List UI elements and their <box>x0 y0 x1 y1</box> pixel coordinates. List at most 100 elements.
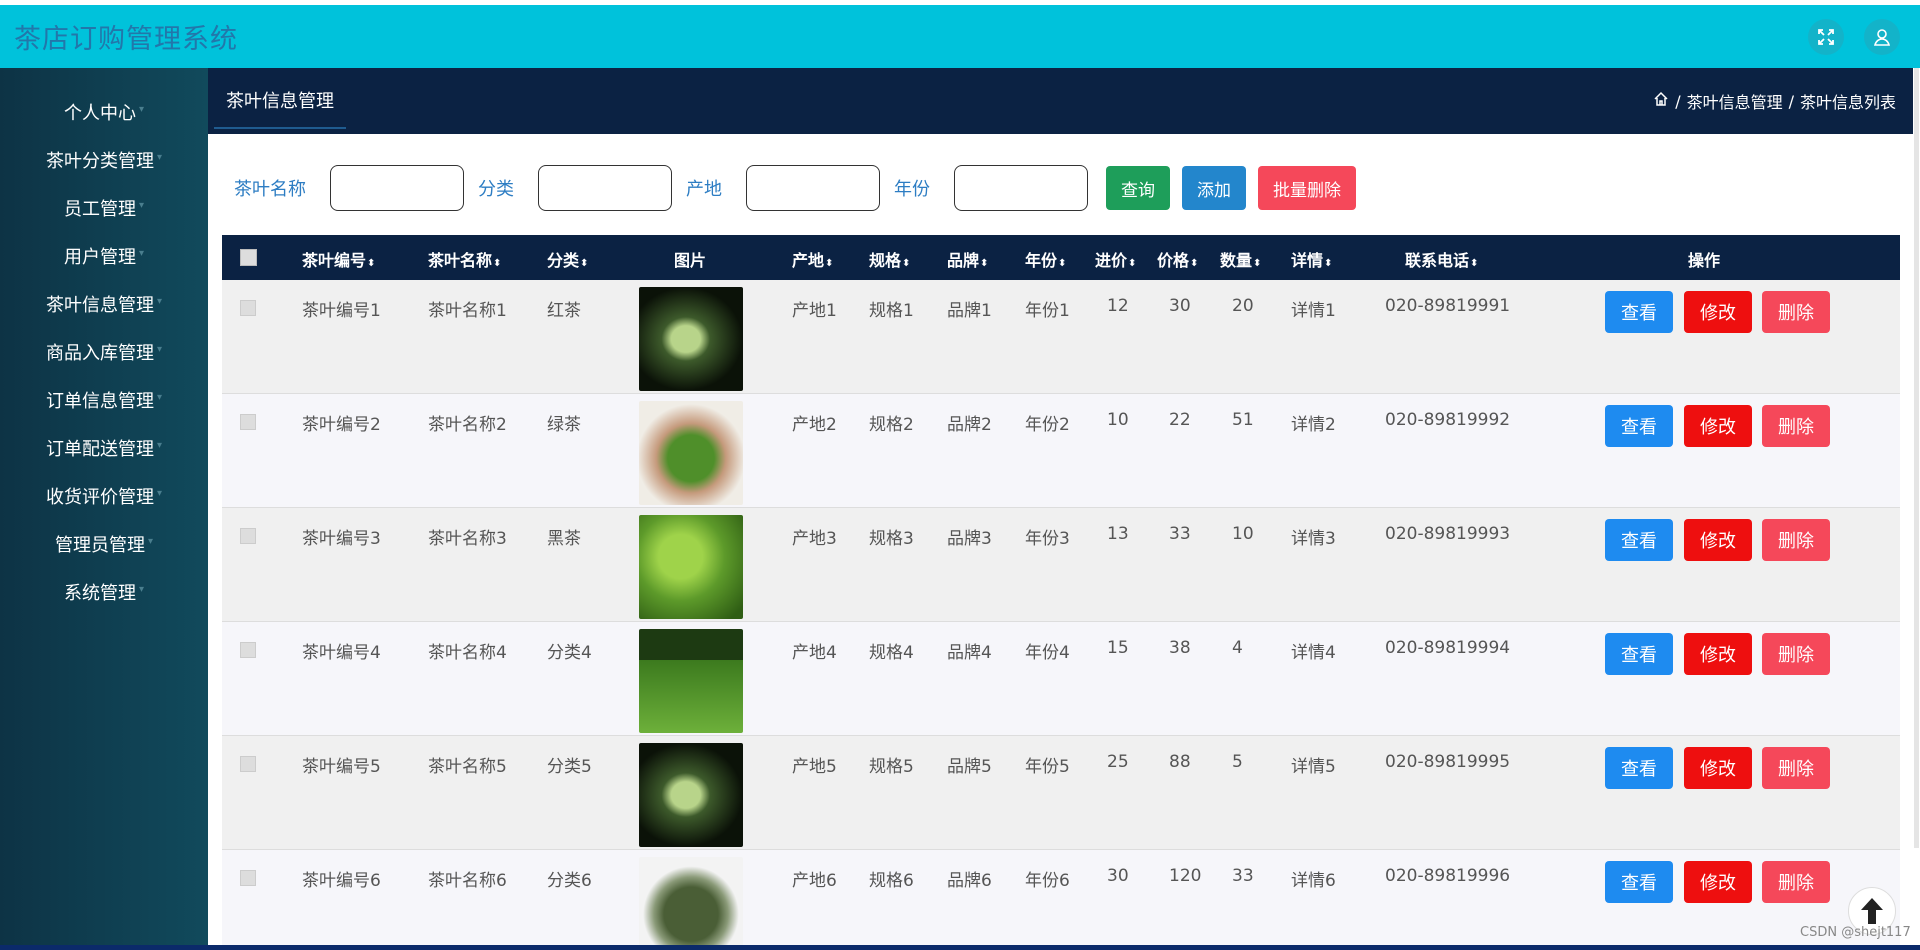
view-button[interactable]: 查看 <box>1605 747 1673 789</box>
edit-button[interactable]: 修改 <box>1684 747 1752 789</box>
cell-price: 22 <box>1169 410 1191 430</box>
sort-icon[interactable]: ⬍ <box>1324 258 1332 269</box>
name-input[interactable] <box>330 165 464 211</box>
user-icon[interactable] <box>1864 18 1900 55</box>
column-header-spec[interactable]: 规格⬍ <box>869 247 910 271</box>
cell-origin: 产地3 <box>792 529 837 549</box>
view-button[interactable]: 查看 <box>1605 633 1673 675</box>
year-input[interactable] <box>954 165 1088 211</box>
sort-icon[interactable]: ⬍ <box>1128 258 1136 269</box>
cell-phone: 020-89819995 <box>1385 752 1511 772</box>
column-header-origin[interactable]: 产地⬍ <box>792 247 833 271</box>
sort-icon[interactable]: ⬍ <box>825 258 833 269</box>
origin-input[interactable] <box>746 165 880 211</box>
breadcrumb-level1[interactable]: 茶叶信息管理 <box>1687 89 1783 113</box>
expand-icon[interactable] <box>1808 18 1844 55</box>
cell-cost: 13 <box>1107 524 1129 544</box>
cell-name: 茶叶名称6 <box>428 871 507 891</box>
sort-icon[interactable]: ⬍ <box>902 258 910 269</box>
breadcrumb-level2: 茶叶信息列表 <box>1799 93 1896 112</box>
cell-name: 茶叶名称5 <box>428 757 507 777</box>
cell-category: 分类6 <box>547 871 592 891</box>
scrollbar[interactable] <box>1913 68 1920 950</box>
add-button[interactable]: 添加 <box>1182 166 1246 210</box>
delete-button[interactable]: 删除 <box>1762 633 1830 675</box>
cell-spec: 规格1 <box>869 301 914 321</box>
delete-button[interactable]: 删除 <box>1762 291 1830 333</box>
sidebar-item-6[interactable]: 订单信息管理 ▾ <box>0 376 208 424</box>
sort-icon[interactable]: ⬍ <box>493 258 501 269</box>
tab-tea-info[interactable]: 茶叶信息管理 <box>214 73 346 129</box>
cell-qty: 4 <box>1232 638 1243 658</box>
sidebar-item-9[interactable]: 管理员管理 ▾ <box>0 520 208 568</box>
view-button[interactable]: 查看 <box>1605 405 1673 447</box>
caret-down-icon: ▾ <box>138 247 145 259</box>
column-header-year[interactable]: 年份⬍ <box>1025 247 1066 271</box>
cell-year: 年份5 <box>1025 757 1070 777</box>
delete-button[interactable]: 删除 <box>1762 405 1830 447</box>
sort-icon[interactable]: ⬍ <box>1253 258 1261 269</box>
delete-button[interactable]: 删除 <box>1762 747 1830 789</box>
tea-image <box>639 857 743 950</box>
sidebar-item-1[interactable]: 茶叶分类管理 ▾ <box>0 136 208 184</box>
table-row: 茶叶编号1 茶叶名称1 红茶 产地1 规格1 品牌1 年份1 12 30 20 详情1 020-898… <box>222 280 1900 394</box>
column-header-code[interactable]: 茶叶编号⬍ <box>302 247 375 271</box>
sidebar-item-8[interactable]: 收货评价管理 ▾ <box>0 472 208 520</box>
category-input[interactable] <box>538 165 672 211</box>
column-header-cost[interactable]: 进价⬍ <box>1095 247 1136 271</box>
column-header-detail[interactable]: 详情⬍ <box>1291 247 1332 271</box>
sidebar-item-7[interactable]: 订单配送管理 ▾ <box>0 424 208 472</box>
sort-icon[interactable]: ⬍ <box>980 258 988 269</box>
cell-spec: 规格4 <box>869 643 914 663</box>
column-header-price[interactable]: 价格⬍ <box>1157 247 1198 271</box>
row-checkbox[interactable] <box>240 642 256 658</box>
view-button[interactable]: 查看 <box>1605 519 1673 561</box>
column-header-brand[interactable]: 品牌⬍ <box>947 247 988 271</box>
edit-button[interactable]: 修改 <box>1684 405 1752 447</box>
delete-button[interactable]: 删除 <box>1762 861 1830 903</box>
sidebar-item-label: 订单配送管理 <box>45 439 154 460</box>
edit-button[interactable]: 修改 <box>1684 519 1752 561</box>
edit-button[interactable]: 修改 <box>1684 633 1752 675</box>
row-checkbox[interactable] <box>240 870 256 886</box>
column-header-phone[interactable]: 联系电话⬍ <box>1405 247 1478 271</box>
view-button[interactable]: 查看 <box>1605 291 1673 333</box>
row-checkbox[interactable] <box>240 414 256 430</box>
cell-detail: 详情4 <box>1291 643 1336 663</box>
sort-icon[interactable]: ⬍ <box>1470 258 1478 269</box>
caret-down-icon: ▾ <box>156 439 163 451</box>
home-icon[interactable] <box>1653 91 1669 111</box>
row-checkbox[interactable] <box>240 300 256 316</box>
edit-button[interactable]: 修改 <box>1684 861 1752 903</box>
cell-detail: 详情3 <box>1291 529 1336 549</box>
row-checkbox[interactable] <box>240 756 256 772</box>
sidebar-item-3[interactable]: 用户管理 ▾ <box>0 232 208 280</box>
year-label: 年份 <box>894 179 930 200</box>
sidebar-item-10[interactable]: 系统管理 ▾ <box>0 568 208 616</box>
breadcrumb: / 茶叶信息管理 / 茶叶信息列表 <box>1653 89 1896 113</box>
sidebar-item-2[interactable]: 员工管理 ▾ <box>0 184 208 232</box>
cell-cost: 15 <box>1107 638 1129 658</box>
table-row: 茶叶编号6 茶叶名称6 分类6 产地6 规格6 品牌6 年份6 30 120 33 详情6 020-8… <box>222 850 1900 950</box>
sort-icon[interactable]: ⬍ <box>1190 258 1198 269</box>
sort-icon[interactable]: ⬍ <box>1058 258 1066 269</box>
query-button[interactable]: 查询 <box>1106 166 1170 210</box>
batch-delete-button[interactable]: 批量删除 <box>1258 166 1356 210</box>
sidebar-item-5[interactable]: 商品入库管理 ▾ <box>0 328 208 376</box>
edit-button[interactable]: 修改 <box>1684 291 1752 333</box>
delete-button[interactable]: 删除 <box>1762 519 1830 561</box>
tea-image <box>639 401 743 505</box>
column-header-category[interactable]: 分类⬍ <box>547 247 588 271</box>
view-button[interactable]: 查看 <box>1605 861 1673 903</box>
sidebar-item-label: 茶叶分类管理 <box>45 151 154 172</box>
select-all-checkbox[interactable] <box>240 249 257 266</box>
row-checkbox[interactable] <box>240 528 256 544</box>
column-header-qty[interactable]: 数量⬍ <box>1220 247 1261 271</box>
column-header-name[interactable]: 茶叶名称⬍ <box>428 247 501 271</box>
sidebar-item-4[interactable]: 茶叶信息管理 ▾ <box>0 280 208 328</box>
sidebar-item-0[interactable]: 个人中心 ▾ <box>0 88 208 136</box>
sidebar-item-label: 个人中心 <box>63 103 136 124</box>
bottom-bar <box>0 945 1920 950</box>
sort-icon[interactable]: ⬍ <box>580 258 588 269</box>
sort-icon[interactable]: ⬍ <box>367 258 375 269</box>
